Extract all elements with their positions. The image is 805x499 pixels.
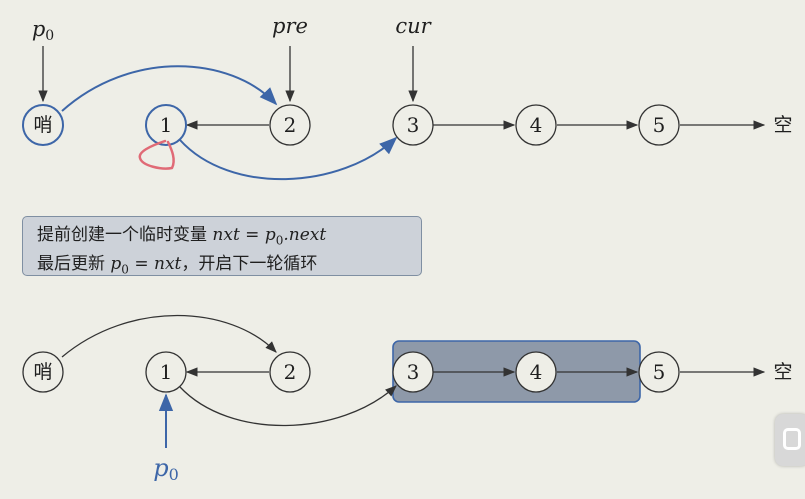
svg-text:1: 1 [160, 113, 173, 137]
diagram-canvas: p0 pre cur 哨 1 2 3 4 5 空 p0 哨 1 2 3 4 5 … [0, 0, 805, 494]
svg-text:4: 4 [530, 113, 543, 137]
svg-text:2: 2 [284, 113, 297, 137]
svg-text:1: 1 [160, 360, 173, 384]
svg-text:哨: 哨 [33, 114, 52, 136]
top-null-label: 空 [773, 114, 792, 136]
svg-text:5: 5 [653, 360, 666, 384]
note-line-1: 提前创建一个临时变量 nxt = p0.next [37, 225, 327, 248]
bottom-node-4: 4 [515, 351, 557, 393]
pre-pointer-label: pre [272, 14, 308, 38]
p0-pointer-label: p0 [32, 17, 54, 44]
explanation-note: 提前创建一个临时变量 nxt = p0.next 最后更新 p0 = nxt，开… [22, 216, 422, 277]
top-node-sentinel: 哨 [22, 104, 64, 146]
top-node-1: 1 [145, 104, 187, 146]
top-node-4: 4 [515, 104, 557, 146]
top-node-3: 3 [392, 104, 434, 146]
top-node-2: 2 [269, 104, 311, 146]
bottom-node-5: 5 [638, 351, 680, 393]
cur-pointer-label: cur [395, 14, 432, 38]
handwritten-annotation-mark [138, 139, 175, 170]
bottom-edge-sentinel-to-2 [61, 314, 277, 358]
top-node-5: 5 [638, 104, 680, 146]
svg-text:5: 5 [653, 113, 666, 137]
bottom-node-sentinel: 哨 [22, 351, 64, 393]
bottom-node-1: 1 [145, 351, 187, 393]
tv-icon [783, 428, 801, 450]
svg-text:哨: 哨 [33, 361, 52, 383]
bottom-null-label: 空 [773, 361, 792, 383]
bottom-p0-pointer-label: p0 [153, 454, 179, 484]
svg-text:3: 3 [407, 113, 420, 137]
bottom-node-3: 3 [392, 351, 434, 393]
svg-text:2: 2 [284, 360, 297, 384]
note-line-2: 最后更新 p0 = nxt，开启下一轮循环 [37, 254, 318, 277]
video-player-badge-icon[interactable] [775, 414, 805, 466]
bottom-node-2: 2 [269, 351, 311, 393]
svg-text:3: 3 [407, 360, 420, 384]
svg-text:4: 4 [530, 360, 543, 384]
